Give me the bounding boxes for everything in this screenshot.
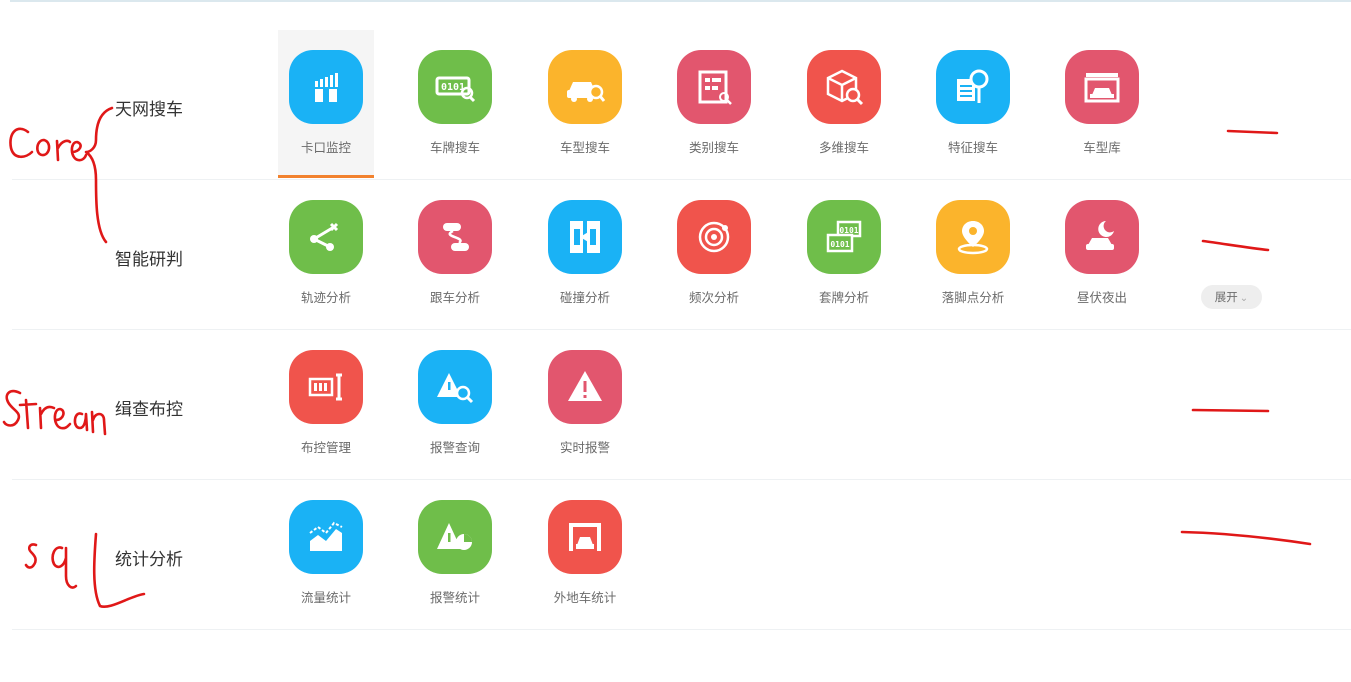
section-divider <box>12 629 1351 630</box>
tile-plate-search[interactable]: 0101 车牌搜车 <box>407 30 503 178</box>
tile-label: 车牌搜车 <box>429 140 480 155</box>
follow-car-icon <box>418 200 492 274</box>
tile-feature-search[interactable]: 特征搜车 <box>925 30 1021 178</box>
category-search-icon <box>677 50 751 124</box>
tile-cloned-plate-analysis[interactable]: 0101 0101 套牌分析 <box>796 180 892 328</box>
tile-deploy-management[interactable]: 布控管理 <box>278 330 374 478</box>
tile-label: 落脚点分析 <box>941 290 1005 305</box>
tile-alarm-query[interactable]: 报警查询 <box>407 330 503 478</box>
nonlocal-car-icon <box>548 500 622 574</box>
tile-label: 外地车统计 <box>553 590 617 605</box>
plate-search-icon: 0101 <box>418 50 492 124</box>
collision-icon <box>548 200 622 274</box>
car-search-icon <box>548 50 622 124</box>
tile-label: 车型搜车 <box>559 140 610 155</box>
section-title-skynet-search: 天网搜车 <box>115 100 183 120</box>
tile-night-car-analysis[interactable]: 昼伏夜出 <box>1054 180 1150 328</box>
tile-label: 昼伏夜出 <box>1076 290 1127 305</box>
expand-label: 展开 <box>1214 290 1238 304</box>
tile-label: 特征搜车 <box>947 140 998 155</box>
tile-multidim-search[interactable]: 多维搜车 <box>796 30 892 178</box>
section-title-deploy-control: 缉查布控 <box>115 400 183 420</box>
tile-label: 类别搜车 <box>688 140 739 155</box>
tile-label: 报警查询 <box>429 440 480 455</box>
chevron-down-icon: ⌄ <box>1239 293 1249 304</box>
tile-foothold-analysis[interactable]: 落脚点分析 <box>925 180 1021 328</box>
tile-label: 报警统计 <box>429 590 480 605</box>
cloned-plate-icon: 0101 0101 <box>807 200 881 274</box>
trajectory-icon <box>289 200 363 274</box>
active-indicator <box>278 175 374 178</box>
tile-label: 车型库 <box>1083 140 1121 155</box>
section-title-statistics: 统计分析 <box>115 550 183 570</box>
tile-trajectory-analysis[interactable]: 轨迹分析 <box>278 180 374 328</box>
tile-label: 多维搜车 <box>818 140 869 155</box>
tile-realtime-alarm[interactable]: 实时报警 <box>537 330 633 478</box>
tile-label: 实时报警 <box>559 440 610 455</box>
tile-label: 跟车分析 <box>429 290 480 305</box>
tile-checkpoint-monitor[interactable]: 卡口监控 <box>278 30 374 178</box>
warning-icon <box>548 350 622 424</box>
car-library-icon <box>1065 50 1139 124</box>
deploy-control-icon <box>289 350 363 424</box>
section-divider <box>12 479 1351 480</box>
tile-label: 频次分析 <box>688 290 739 305</box>
tile-collision-analysis[interactable]: 碰撞分析 <box>537 180 633 328</box>
alarm-stats-icon <box>418 500 492 574</box>
tile-follow-car-analysis[interactable]: 跟车分析 <box>407 180 503 328</box>
tile-car-library[interactable]: 车型库 <box>1054 30 1150 178</box>
tile-category-search[interactable]: 类别搜车 <box>666 30 762 178</box>
tile-label: 套牌分析 <box>818 290 869 305</box>
tile-alarm-statistics[interactable]: 报警统计 <box>407 480 503 628</box>
cube-search-icon <box>807 50 881 124</box>
tile-frequency-analysis[interactable]: 频次分析 <box>666 180 762 328</box>
section-divider <box>12 329 1351 330</box>
tile-label: 布控管理 <box>300 440 351 455</box>
tile-label: 流量统计 <box>300 590 351 605</box>
svg-text:0101: 0101 <box>830 240 849 249</box>
tile-car-model-search[interactable]: 车型搜车 <box>537 30 633 178</box>
traffic-chart-icon <box>289 500 363 574</box>
tile-label: 轨迹分析 <box>300 290 351 305</box>
location-pin-icon <box>936 200 1010 274</box>
alarm-search-icon <box>418 350 492 424</box>
tile-traffic-statistics[interactable]: 流量统计 <box>278 480 374 628</box>
checkpoint-icon <box>289 50 363 124</box>
top-border <box>10 0 1351 2</box>
svg-text:0101: 0101 <box>839 226 858 235</box>
tile-label: 卡口监控 <box>300 140 351 155</box>
tile-label: 碰撞分析 <box>559 290 610 305</box>
tile-nonlocal-car-statistics[interactable]: 外地车统计 <box>537 480 633 628</box>
expand-button[interactable]: 展开 ⌄ <box>1201 285 1262 309</box>
frequency-icon <box>677 200 751 274</box>
feature-search-icon <box>936 50 1010 124</box>
night-car-icon <box>1065 200 1139 274</box>
section-title-intelligent-analysis: 智能研判 <box>115 250 183 270</box>
